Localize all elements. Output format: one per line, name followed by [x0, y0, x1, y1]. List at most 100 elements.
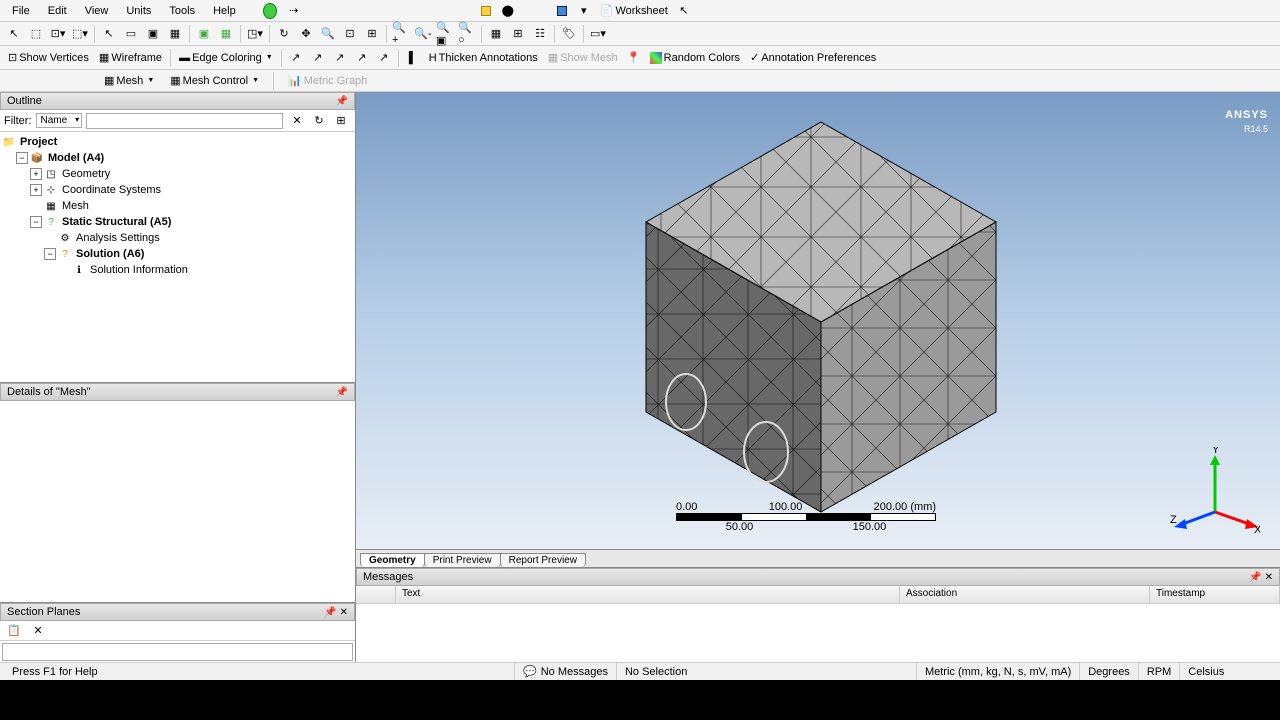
solve-dropdown-icon[interactable]: ⇢: [286, 3, 302, 19]
outline-pin-icon[interactable]: 📌: [336, 96, 348, 107]
messages-col-ts[interactable]: Timestamp: [1150, 586, 1280, 603]
messages-close-icon[interactable]: ✕: [1265, 572, 1273, 583]
filter-refresh-icon[interactable]: ↻: [309, 111, 329, 131]
sel-mode1-icon[interactable]: ↖: [99, 24, 119, 44]
probe-icon[interactable]: 📍: [624, 48, 644, 68]
wireframe-button[interactable]: ▦Wireframe: [95, 49, 166, 66]
tree-toggle-solution[interactable]: −: [44, 248, 56, 260]
zoom-reset-icon[interactable]: 🔍○: [457, 24, 477, 44]
toolbar-display: ⊡Show Vertices ▦Wireframe ▬Edge Coloring…: [0, 46, 1280, 70]
sel-green2-icon[interactable]: ▦: [216, 24, 236, 44]
filter-expand-icon[interactable]: ⊞: [331, 111, 351, 131]
sel-mode4-icon[interactable]: ▦: [165, 24, 185, 44]
tree-solution[interactable]: Solution (A6): [74, 248, 146, 260]
menu-help[interactable]: Help: [205, 3, 244, 19]
viewport-3d[interactable]: ANSYS R14.5: [356, 92, 1280, 549]
tab-geometry[interactable]: Geometry: [360, 553, 425, 567]
tag-icon[interactable]: 🏷: [559, 24, 579, 44]
filter-type-dropdown[interactable]: Name: [36, 113, 83, 128]
messages-pin-icon[interactable]: 📌: [1249, 572, 1261, 583]
zoom-out-icon[interactable]: 🔍-: [413, 24, 433, 44]
tree-model[interactable]: Model (A4): [46, 152, 106, 164]
edge-coloring-button[interactable]: ▬Edge Coloring▼: [175, 50, 277, 66]
solinfo-icon: ℹ: [72, 263, 86, 277]
zoom-box-icon[interactable]: ⊡: [340, 24, 360, 44]
icon-c[interactable]: [552, 1, 572, 21]
rotate-icon[interactable]: ↻: [274, 24, 294, 44]
tree-project[interactable]: Project: [18, 136, 59, 148]
tab-print-preview[interactable]: Print Preview: [424, 553, 501, 567]
tree-solinfo[interactable]: Solution Information: [88, 264, 190, 276]
view1-icon[interactable]: ▦: [486, 24, 506, 44]
zoom-icon[interactable]: 🔍: [318, 24, 338, 44]
zoom-in-icon[interactable]: 🔍+: [391, 24, 411, 44]
messages-col-text[interactable]: Text: [396, 586, 900, 603]
menu-file[interactable]: File: [4, 3, 38, 19]
mesh-button[interactable]: ▦Mesh▼: [100, 72, 158, 89]
filter-clear-icon[interactable]: ✕: [287, 111, 307, 131]
details-pin-icon[interactable]: 📌: [336, 387, 348, 398]
zoom-fit-icon[interactable]: ⊞: [362, 24, 382, 44]
tree-toggle-coord[interactable]: +: [30, 184, 42, 196]
cursor-icon[interactable]: ↖: [674, 1, 694, 21]
scale-150: 150.00: [853, 521, 887, 533]
outline-tree[interactable]: 📁Project −📦Model (A4) +◳Geometry +⊹Coord…: [0, 132, 355, 382]
random-colors-button[interactable]: Random Colors: [646, 50, 744, 66]
tab-report-preview[interactable]: Report Preview: [500, 553, 586, 567]
triad-axes[interactable]: Y X Z: [1170, 447, 1260, 537]
edge1-icon[interactable]: ↗: [286, 48, 306, 68]
menu-edit[interactable]: Edit: [40, 3, 75, 19]
tree-geometry[interactable]: Geometry: [60, 168, 112, 180]
solve-icon[interactable]: [262, 3, 278, 19]
layout-icon[interactable]: ▭▾: [588, 24, 608, 44]
section-copy-icon[interactable]: 📋: [4, 621, 24, 641]
icon-b[interactable]: ⬤: [498, 1, 518, 21]
select-adjacent-icon[interactable]: ⬚: [26, 24, 46, 44]
icon-a[interactable]: [476, 1, 496, 21]
zoom-sel-icon[interactable]: 🔍▣: [435, 24, 455, 44]
details-panel: Details of "Mesh" 📌: [0, 382, 355, 602]
section-delete-icon[interactable]: ✕: [28, 621, 48, 641]
tree-analysis[interactable]: Analysis Settings: [74, 232, 162, 244]
tree-static[interactable]: Static Structural (A5): [60, 216, 173, 228]
view3-icon[interactable]: ☷: [530, 24, 550, 44]
messages-col-icon[interactable]: [356, 586, 396, 603]
menu-units[interactable]: Units: [118, 3, 159, 19]
edge3-icon[interactable]: ↗: [330, 48, 350, 68]
tree-coord[interactable]: Coordinate Systems: [60, 184, 163, 196]
metric-graph-button[interactable]: 📊Metric Graph: [284, 72, 371, 89]
tree-mesh[interactable]: Mesh: [60, 200, 91, 212]
icon-d[interactable]: ▾: [574, 1, 594, 21]
select-edge-icon[interactable]: ⬚▾: [70, 24, 90, 44]
tree-toggle-model[interactable]: −: [16, 152, 28, 164]
select-mode-icon[interactable]: ↖: [4, 24, 24, 44]
edge4-icon[interactable]: ↗: [352, 48, 372, 68]
show-vertices-button[interactable]: ⊡Show Vertices: [4, 49, 93, 66]
section-planes-close-icon[interactable]: ✕: [340, 607, 348, 618]
worksheet-button[interactable]: 📄Worksheet: [596, 2, 672, 19]
ansys-version: R14.5: [1225, 124, 1268, 134]
sel-mode2-icon[interactable]: ▭: [121, 24, 141, 44]
filter-input[interactable]: [86, 113, 283, 129]
sel-mode3-icon[interactable]: ▣: [143, 24, 163, 44]
box-icon[interactable]: ◳▾: [245, 24, 265, 44]
edge5-icon[interactable]: ↗: [374, 48, 394, 68]
pan-icon[interactable]: ✥: [296, 24, 316, 44]
edge2-icon[interactable]: ↗: [308, 48, 328, 68]
show-mesh-button[interactable]: ▦Show Mesh: [544, 49, 622, 66]
thicken-icon[interactable]: ▌: [403, 48, 423, 68]
select-vertex-icon[interactable]: ⊡▾: [48, 24, 68, 44]
menu-view[interactable]: View: [77, 3, 117, 19]
section-planes-input[interactable]: [2, 643, 353, 661]
tree-toggle-static[interactable]: −: [30, 216, 42, 228]
section-planes-pin-icon[interactable]: 📌: [324, 607, 336, 618]
analysis-icon: ⚙: [58, 231, 72, 245]
menu-tools[interactable]: Tools: [161, 3, 203, 19]
messages-col-assoc[interactable]: Association: [900, 586, 1150, 603]
tree-toggle-geometry[interactable]: +: [30, 168, 42, 180]
sel-green1-icon[interactable]: ▣: [194, 24, 214, 44]
view2-icon[interactable]: ⊞: [508, 24, 528, 44]
mesh-control-button[interactable]: ▦Mesh Control▼: [166, 72, 263, 89]
annotation-prefs-button[interactable]: ✓Annotation Preferences: [746, 49, 880, 66]
thicken-annotations-button[interactable]: HThicken Annotations: [425, 50, 542, 66]
